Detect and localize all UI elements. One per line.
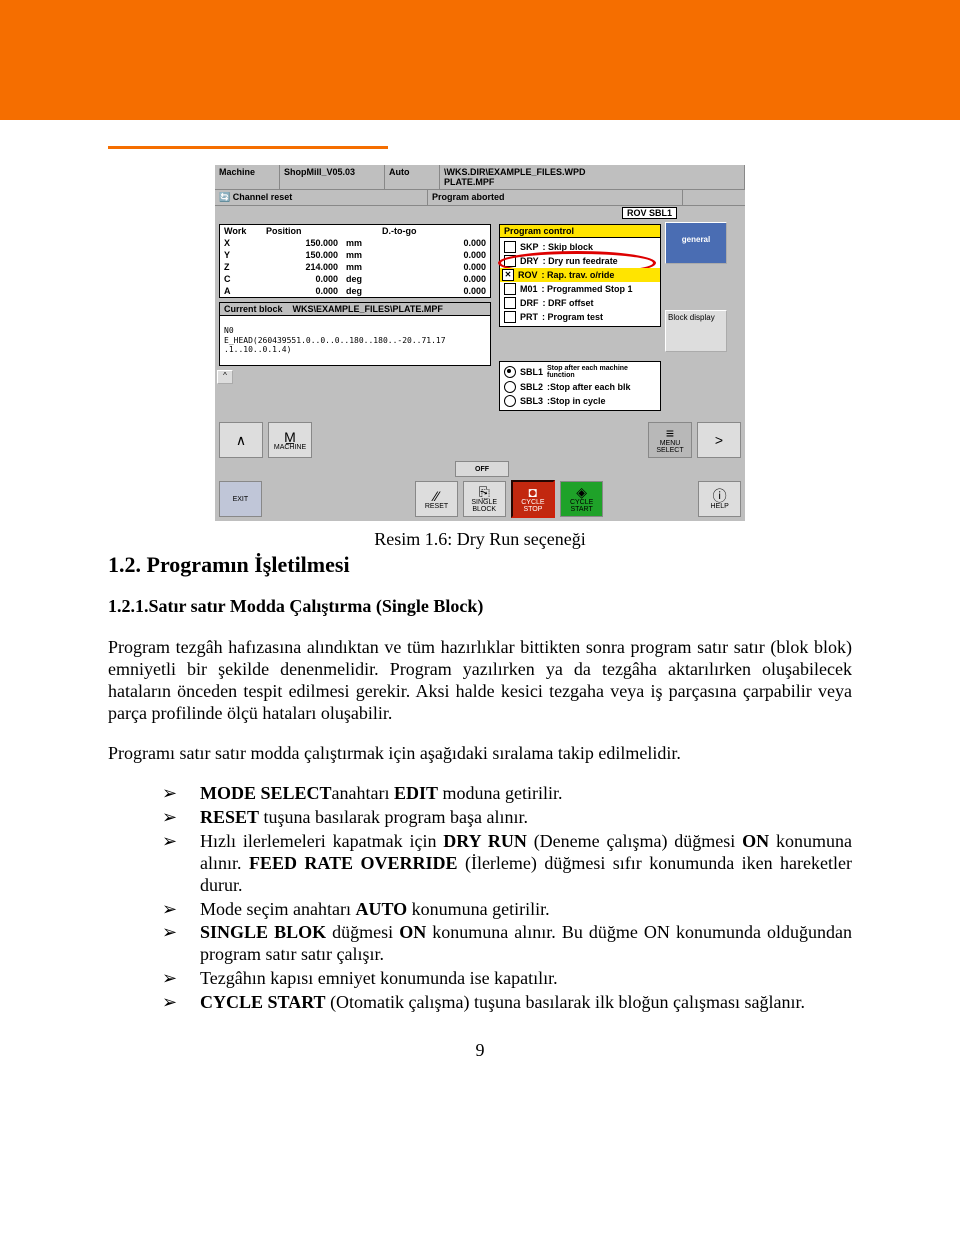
bullet-6: Tezgâhın kapısı emniyet konumunda ise ka… [162, 968, 852, 990]
bullet-3: Hızlı ilerlemeleri kapatmak için DRY RUN… [162, 831, 852, 897]
sbl3[interactable]: SBL3:Stop in cycle [504, 394, 656, 408]
softkey-single-block[interactable]: ⎘SINGLE BLOCK [463, 481, 506, 517]
bullet-1: MODE SELECTanahtarı EDIT moduna getirili… [162, 783, 852, 805]
softkey-up[interactable]: ∧ [219, 422, 263, 458]
sbl2[interactable]: SBL2:Stop after each blk [504, 380, 656, 394]
col-position: Position [262, 225, 342, 237]
col-dtogo: D.-to-go [378, 225, 490, 237]
col-work: Work [220, 225, 262, 237]
page-header-banner [0, 0, 960, 120]
current-block-path: WKS\EXAMPLE_FILES\PLATE.MPF [293, 304, 443, 314]
page-number: 9 [108, 1040, 852, 1061]
orange-rule [108, 146, 388, 149]
subsection-heading: 1.2.1.Satır satır Modda Çalıştırma (Sing… [108, 596, 852, 617]
paragraph-1: Program tezgâh hafızasına alındıktan ve … [108, 637, 852, 725]
softkey-menu-select[interactable]: ≡MENU SELECT [648, 422, 692, 458]
scroll-up-button[interactable]: ^ [217, 370, 233, 384]
program-path-1: \WKS.DIR\EXAMPLE_FILES.WPD [444, 167, 740, 177]
rov-sbl1-badge: ROV SBL1 [622, 207, 677, 219]
cnc-screenshot: Machine ShopMill_V05.03 Auto \WKS.DIR\EX… [215, 165, 745, 521]
pc-prt[interactable]: PRT: Program test [504, 310, 656, 324]
program-control-title: Program control [500, 225, 660, 238]
current-block-panel: Current block WKS\EXAMPLE_FILES\PLATE.MP… [219, 302, 491, 366]
pc-drf[interactable]: DRF: DRF offset [504, 296, 656, 310]
current-block-text: N0 E_HEAD(260439551.0..0..0..180..180..-… [220, 324, 490, 357]
sidebtn-block-display[interactable]: Block display [665, 310, 727, 352]
off-indicator: OFF [455, 461, 509, 477]
sbl1[interactable]: SBL1Stop after each machine function [504, 364, 656, 380]
axis-panel: Work Position D.-to-go X150.000mm0.000 Y… [219, 224, 491, 298]
sidebtn-general[interactable]: general [665, 222, 727, 264]
section-heading: 1.2. Programın İşletilmesi [108, 552, 852, 578]
bullet-4: Mode seçim anahtarı AUTO konumuna getiri… [162, 899, 852, 921]
softkey-help[interactable]: ⓘHELP [698, 481, 741, 517]
pc-rov[interactable]: ROV: Rap. trav. o/ride [500, 268, 660, 282]
bullet-2: RESET tuşuna basılarak program başa alın… [162, 807, 852, 829]
softkey-cycle-stop[interactable]: ◘CYCLE STOP [511, 480, 556, 518]
channel-reset: 🔄 Channel reset [215, 190, 428, 205]
current-block-label: Current block [224, 304, 283, 314]
bullet-7: CYCLE START (Otomatik çalışma) tuşuna ba… [162, 992, 852, 1014]
sbl-panel: SBL1Stop after each machine function SBL… [499, 361, 661, 411]
softkey-cycle-start[interactable]: ◈CYCLE START [560, 481, 603, 517]
softkey-machine[interactable]: M̲MACHINE [268, 422, 312, 458]
label-machine: Machine [215, 165, 280, 189]
bullet-5: SINGLE BLOK düğmesi ON konumuna alınır. … [162, 922, 852, 966]
pc-skp[interactable]: SKP: Skip block [504, 240, 656, 254]
paragraph-2: Programı satır satır modda çalıştırmak i… [108, 743, 852, 765]
program-control-panel: Program control SKP: Skip block DRY: Dry… [499, 224, 661, 327]
bullet-list: MODE SELECTanahtarı EDIT moduna getirili… [108, 783, 852, 1015]
label-shopmill: ShopMill_V05.03 [280, 165, 385, 189]
program-path-2: PLATE.MPF [444, 177, 740, 187]
pc-m01[interactable]: M01: Programmed Stop 1 [504, 282, 656, 296]
softkey-next[interactable]: > [697, 422, 741, 458]
program-aborted: Program aborted [428, 190, 683, 205]
pc-dry[interactable]: DRY: Dry run feedrate [504, 254, 656, 268]
mode-auto: Auto [385, 165, 440, 189]
softkey-exit[interactable]: EXIT [219, 481, 262, 517]
softkey-reset[interactable]: ⁄⁄RESET [415, 481, 458, 517]
figure-caption: Resim 1.6: Dry Run seçeneği [108, 529, 852, 550]
